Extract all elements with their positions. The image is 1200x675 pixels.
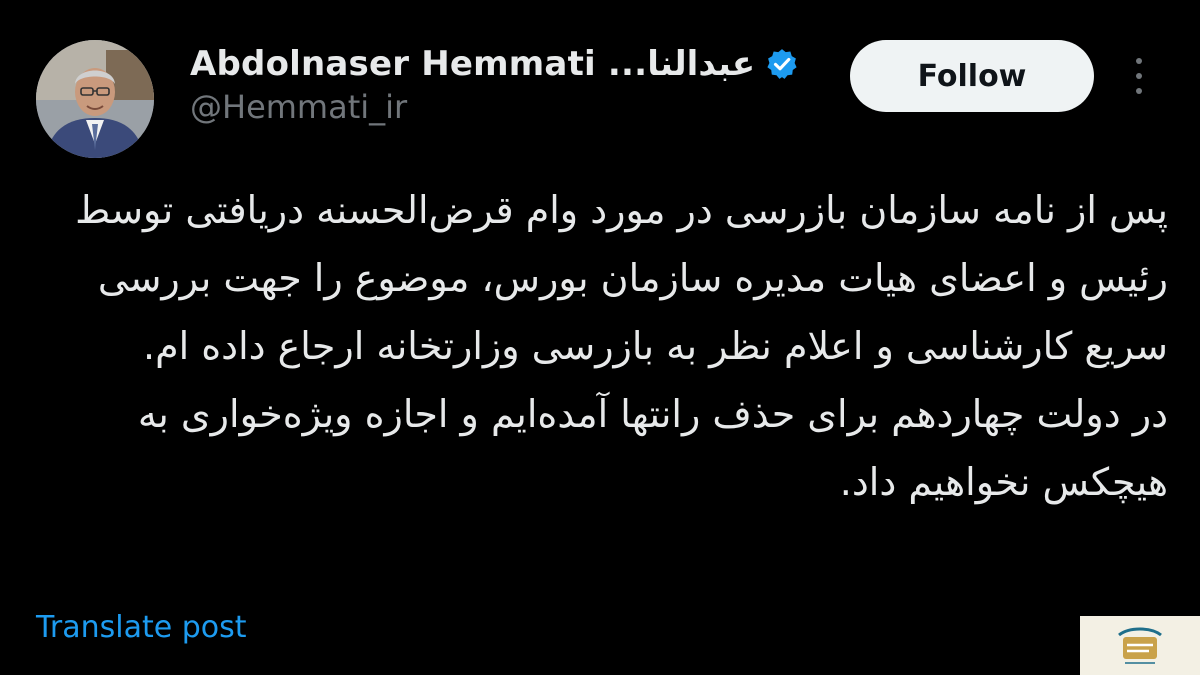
- watermark-logo-icon: [1118, 627, 1162, 664]
- tweet-paragraph-1: پس از نامه سازمان بازرسی در مورد وام قرض…: [75, 188, 1168, 368]
- more-options-icon[interactable]: [1124, 52, 1154, 100]
- name-row: Abdolnaser Hemmati ...عبدالنا: [190, 40, 799, 88]
- more-dot: [1136, 58, 1142, 64]
- verified-badge-icon: [765, 47, 799, 81]
- follow-button[interactable]: Follow: [850, 40, 1094, 112]
- user-handle[interactable]: @Hemmati_ir: [190, 88, 407, 126]
- tweet-text: پس از نامه سازمان بازرسی در مورد وام قرض…: [30, 176, 1168, 516]
- more-dot: [1136, 73, 1142, 79]
- watermark-logo: [1080, 616, 1200, 675]
- avatar[interactable]: [36, 40, 154, 158]
- tweet-paragraph-2: در دولت چهاردهم برای حذف رانتها آمده‌ایم…: [137, 392, 1168, 504]
- tweet-card: Abdolnaser Hemmati ...عبدالنا @Hemmati_i…: [0, 0, 1200, 675]
- more-dot: [1136, 88, 1142, 94]
- avatar-photo-icon: [36, 40, 154, 158]
- translate-post-link[interactable]: Translate post: [36, 610, 247, 645]
- display-name[interactable]: Abdolnaser Hemmati ...عبدالنا: [190, 44, 755, 84]
